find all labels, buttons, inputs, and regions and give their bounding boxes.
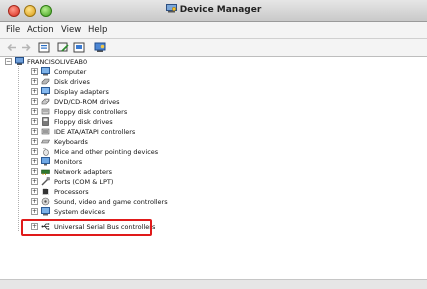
computer-icon bbox=[41, 67, 50, 76]
tree-item-label: Floppy disk controllers bbox=[54, 108, 128, 116]
tree-item-floppy-controllers[interactable]: + Floppy disk controllers bbox=[31, 107, 211, 117]
tree-item-label: Display adapters bbox=[54, 88, 109, 96]
forward-arrow-icon[interactable] bbox=[20, 42, 32, 53]
menu-action[interactable]: Action bbox=[27, 25, 54, 35]
device-manager-window: Device Manager File Action View Help − F… bbox=[0, 0, 427, 289]
title-bar[interactable]: Device Manager bbox=[0, 0, 427, 22]
highlight-box bbox=[21, 219, 152, 236]
tree-item-label: Mice and other pointing devices bbox=[54, 148, 159, 156]
expand-toggle[interactable]: + bbox=[31, 78, 38, 85]
tree-item-keyboards[interactable]: + Keyboards bbox=[31, 137, 211, 147]
tree-item-processors[interactable]: + Processors bbox=[31, 187, 211, 197]
expand-toggle[interactable]: + bbox=[31, 68, 38, 75]
tree-item-label: Disk drives bbox=[54, 78, 90, 86]
floppy-controller-icon bbox=[41, 108, 50, 115]
menu-file[interactable]: File bbox=[6, 25, 20, 35]
expand-toggle[interactable]: + bbox=[31, 208, 38, 215]
tree-item-label: Computer bbox=[54, 68, 87, 76]
tree-item-label: IDE ATA/ATAPI controllers bbox=[54, 128, 136, 136]
expand-toggle[interactable]: + bbox=[31, 198, 38, 205]
tree-item-label: Keyboards bbox=[54, 138, 88, 146]
tree-item-disk-drives[interactable]: + Disk drives bbox=[31, 77, 211, 87]
update-driver-icon[interactable] bbox=[57, 42, 69, 53]
tree-item-label: Monitors bbox=[54, 158, 83, 166]
disk-drive-icon bbox=[41, 78, 50, 85]
sound-icon bbox=[41, 197, 50, 206]
tree-item-label: Processors bbox=[54, 188, 89, 196]
expand-toggle[interactable]: + bbox=[31, 148, 38, 155]
expand-toggle[interactable]: + bbox=[31, 168, 38, 175]
expand-toggle[interactable]: + bbox=[31, 118, 38, 125]
tree-item-label: Floppy disk drives bbox=[54, 118, 113, 126]
help-icon[interactable] bbox=[73, 42, 85, 53]
expand-toggle[interactable]: + bbox=[31, 108, 38, 115]
tree-root-label: FRANCISOLIVEAB0 bbox=[27, 58, 88, 66]
ide-controller-icon bbox=[41, 128, 50, 135]
tree-item-sound[interactable]: + Sound, video and game controllers bbox=[31, 197, 211, 207]
back-arrow-icon[interactable] bbox=[6, 42, 18, 53]
tree-item-label: System devices bbox=[54, 208, 106, 216]
keyboard-icon bbox=[41, 139, 50, 144]
tree-item-floppy-drives[interactable]: + Floppy disk drives bbox=[31, 117, 211, 127]
tree-item-label: Sound, video and game controllers bbox=[54, 198, 168, 206]
expand-toggle[interactable]: + bbox=[31, 158, 38, 165]
tree-item-mice[interactable]: + Mice and other pointing devices bbox=[31, 147, 211, 157]
dvd-drive-icon bbox=[41, 98, 50, 105]
tree-item-ports[interactable]: + Ports (COM & LPT) bbox=[31, 177, 211, 187]
tree-root[interactable]: − FRANCISOLIVEAB0 bbox=[5, 57, 145, 67]
floppy-drive-icon bbox=[42, 117, 49, 126]
tree-item-dvd-drives[interactable]: + DVD/CD-ROM drives bbox=[31, 97, 211, 107]
tree-item-network-adapters[interactable]: + Network adapters bbox=[31, 167, 211, 177]
tree-item-system-devices[interactable]: + System devices bbox=[31, 207, 211, 217]
tree-guide-line bbox=[18, 66, 20, 231]
tree-item-display-adapters[interactable]: + Display adapters bbox=[31, 87, 211, 97]
tree-item-monitors[interactable]: + Monitors bbox=[31, 157, 211, 167]
tree-item-label: DVD/CD-ROM drives bbox=[54, 98, 120, 106]
window-title: Device Manager bbox=[179, 5, 262, 15]
computer-root-icon bbox=[15, 57, 24, 65]
properties-icon[interactable] bbox=[38, 42, 50, 53]
window-title-area: Device Manager bbox=[0, 4, 427, 15]
expand-toggle[interactable]: + bbox=[31, 178, 38, 185]
tree-item-label: Network adapters bbox=[54, 168, 113, 176]
device-manager-icon bbox=[165, 4, 177, 13]
expand-toggle[interactable]: + bbox=[31, 128, 38, 135]
tree-item-ide-controllers[interactable]: + IDE ATA/ATAPI controllers bbox=[31, 127, 211, 137]
status-bar bbox=[0, 279, 427, 289]
tree-item-computer[interactable]: + Computer bbox=[31, 67, 211, 77]
system-device-icon bbox=[41, 207, 50, 216]
processor-icon bbox=[42, 188, 49, 195]
menu-bar: File Action View Help bbox=[0, 22, 427, 39]
display-adapter-icon bbox=[41, 87, 50, 96]
expand-toggle[interactable]: + bbox=[31, 98, 38, 105]
network-adapter-icon bbox=[41, 169, 50, 175]
tree-item-label: Ports (COM & LPT) bbox=[54, 178, 114, 186]
port-icon bbox=[41, 177, 50, 186]
toolbar bbox=[0, 39, 427, 57]
collapse-toggle[interactable]: − bbox=[5, 58, 12, 65]
monitor-icon bbox=[41, 157, 50, 166]
expand-toggle[interactable]: + bbox=[31, 88, 38, 95]
menu-help[interactable]: Help bbox=[88, 25, 107, 35]
scan-hardware-icon[interactable] bbox=[94, 42, 106, 53]
menu-view[interactable]: View bbox=[61, 25, 81, 35]
mouse-icon bbox=[42, 147, 49, 156]
expand-toggle[interactable]: + bbox=[31, 188, 38, 195]
expand-toggle[interactable]: + bbox=[31, 138, 38, 145]
